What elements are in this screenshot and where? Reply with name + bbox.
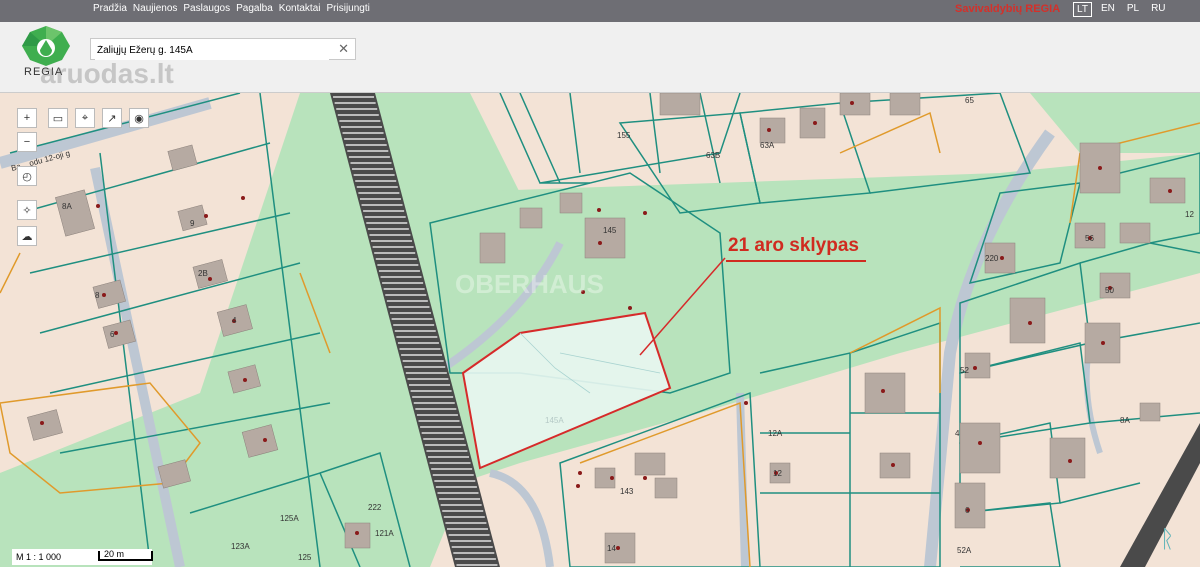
map-label: 12 — [773, 469, 782, 478]
map-label: 9 — [190, 219, 195, 228]
map-label: 2B — [198, 269, 208, 278]
parcel-label: 145A — [545, 416, 564, 425]
lang-en[interactable]: EN — [1098, 2, 1118, 17]
export-icon[interactable]: ↗ — [102, 108, 122, 128]
map-label: 121A — [375, 529, 394, 538]
map-drawing: 155 63B 63A 65 145 8A 9 2B 8 6 4 12A 220… — [0, 93, 1200, 567]
nav-login[interactable]: Prisijungti — [327, 3, 370, 14]
map-label: 145 — [603, 226, 617, 235]
map-label: 8 — [95, 291, 100, 300]
map-label: 8A — [62, 202, 72, 211]
clear-icon[interactable]: ✕ — [338, 41, 349, 57]
header: REGIA ✕ aruodas.lt — [0, 22, 1200, 93]
lang-ru[interactable]: RU — [1148, 2, 1168, 17]
locate-icon[interactable]: ✧ — [17, 200, 37, 220]
map-label: 52 — [960, 366, 969, 375]
map-label: 63B — [706, 151, 720, 160]
main-nav: Pradžia Naujienos Paslaugos Pagalba Kont… — [93, 3, 370, 14]
zoom-in-icon[interactable]: + — [17, 108, 37, 128]
cloud-icon[interactable]: ☁ — [17, 226, 37, 246]
map-label: 222 — [368, 503, 382, 512]
agency-watermark: OBERHAUS — [455, 269, 604, 299]
map-label: 4 — [955, 429, 960, 438]
tr-logo: ᚱ — [1160, 525, 1175, 553]
lang-pl[interactable]: PL — [1124, 2, 1142, 17]
map-label: 50 — [1105, 286, 1114, 295]
map-label: 63A — [760, 141, 775, 150]
nav-services[interactable]: Paslaugos — [183, 3, 230, 14]
nav-home[interactable]: Pradžia — [93, 3, 127, 14]
map-label: 8A — [1120, 416, 1130, 425]
clock-icon[interactable]: ◴ — [17, 166, 37, 186]
map-label: 123A — [231, 542, 250, 551]
plot-annotation: 21 aro sklypas — [728, 235, 859, 256]
scale-ratio: M 1 : 1 000 — [16, 552, 62, 562]
watermark: aruodas.lt — [40, 58, 174, 89]
map-label: 12A — [768, 429, 783, 438]
map-label: 6 — [965, 506, 970, 515]
map-label: 56 — [1085, 234, 1094, 243]
nav-news[interactable]: Naujienos — [133, 3, 177, 14]
search-input[interactable] — [95, 40, 329, 60]
target-icon[interactable]: ◉ — [129, 108, 149, 128]
brand-title: Savivaldybių REGIA — [955, 3, 1061, 15]
lang-lt[interactable]: LT — [1073, 2, 1092, 17]
map-label: 143 — [620, 487, 634, 496]
map-label: 12 — [1185, 210, 1194, 219]
zoom-out-icon[interactable]: − — [17, 132, 37, 152]
map-label: 220 — [985, 254, 999, 263]
map-label: 14 — [607, 544, 616, 553]
scale-distance: 20 m — [104, 549, 125, 559]
map-label: 125A — [280, 514, 299, 523]
map-label: 52A — [957, 546, 972, 555]
language-switcher: LT EN PL RU — [1073, 2, 1169, 17]
address-search: ✕ — [90, 38, 356, 60]
map-label: 155 — [617, 131, 631, 140]
scale-ruler: 20 m — [98, 549, 153, 561]
scale-bar: M 1 : 1 000 20 m — [12, 549, 153, 565]
map-label: 65 — [965, 96, 974, 105]
top-bar: Pradžia Naujienos Paslaugos Pagalba Kont… — [0, 0, 1200, 22]
map-label: 4 — [232, 316, 237, 325]
ruler-icon[interactable]: ▭ — [48, 108, 68, 128]
plot-annotation-underline — [726, 260, 866, 262]
nav-contacts[interactable]: Kontaktai — [279, 3, 321, 14]
map-label: 125 — [298, 553, 312, 562]
nav-help[interactable]: Pagalba — [236, 3, 273, 14]
map-canvas[interactable]: 155 63B 63A 65 145 8A 9 2B 8 6 4 12A 220… — [0, 93, 1200, 567]
marker-icon[interactable]: ⌖ — [75, 108, 95, 128]
map-label: 6 — [110, 330, 115, 339]
